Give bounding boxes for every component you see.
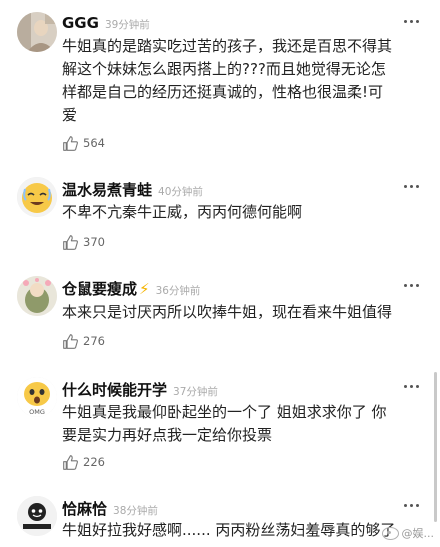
lightning-icon: ⚡ [139, 280, 150, 298]
comment-text: 本来只是讨厌丙所以吹捧牛姐，现在看来牛姐值得 [62, 303, 393, 321]
timestamp: 36分钟前 [155, 285, 201, 297]
more-options-icon[interactable] [404, 504, 422, 510]
username[interactable]: 温水易煮青蛙 40分钟前 [62, 179, 203, 200]
username[interactable]: 什么时候能开学 37分钟前 [62, 379, 218, 400]
username[interactable]: 仓鼠要瘦成 ⚡ 36分钟前 [62, 278, 200, 299]
comment-text: 牛姐真是我最仰卧起坐的一个了 姐姐求求你了 你 要是实力再好点我一定给你投票 [62, 403, 387, 444]
avatar[interactable] [17, 496, 57, 536]
like-count: 226 [83, 455, 105, 469]
comment-text: 不卑不亢秦牛正威，丙丙何德何能啊 [62, 203, 303, 221]
avatar-text: OMG [29, 408, 45, 416]
like-count: 276 [83, 334, 105, 348]
like-button[interactable]: 564 [62, 134, 105, 152]
comment-feed: GGG 39分钟前 牛姐真的是踏实吃过苦的孩子，我还是百思不得其 解这个妹妹怎么跟… [0, 0, 440, 547]
comment-text: 牛姐真的是踏实吃过苦的孩子，我还是百思不得其 解这个妹妹怎么跟丙搭上的???而且… [62, 37, 393, 124]
timestamp: 37分钟前 [173, 386, 218, 398]
more-options-icon[interactable] [404, 185, 422, 191]
like-button[interactable]: 226 [62, 453, 105, 471]
avatar[interactable] [17, 276, 57, 316]
thumbs-up-icon [63, 234, 78, 250]
thumbs-up-icon [63, 454, 78, 470]
avatar[interactable]: OMG [17, 377, 57, 417]
username[interactable]: GGG 39分钟前 [62, 14, 150, 32]
comment-text: 牛姐好拉我好感啊...... 丙丙粉丝荡妇羞辱真的够了 [62, 521, 396, 539]
thumbs-up-icon [63, 135, 78, 151]
avatar[interactable] [17, 12, 57, 52]
like-count: 564 [83, 136, 105, 150]
weibo-logo-icon [381, 526, 399, 540]
more-options-icon[interactable] [404, 284, 422, 290]
timestamp: 39分钟前 [104, 19, 150, 31]
watermark: @娱... [381, 525, 434, 541]
username[interactable]: 恰麻恰 38分钟前 [62, 498, 158, 519]
like-button[interactable]: 370 [62, 233, 105, 251]
timestamp: 40分钟前 [158, 186, 203, 198]
more-options-icon[interactable] [404, 20, 422, 26]
thumbs-up-icon [63, 333, 78, 349]
timestamp: 38分钟前 [113, 505, 158, 517]
like-count: 370 [83, 235, 105, 249]
more-options-icon[interactable] [404, 385, 422, 391]
scrollbar[interactable] [434, 372, 437, 522]
avatar[interactable] [17, 177, 57, 217]
like-button[interactable]: 276 [62, 332, 105, 350]
